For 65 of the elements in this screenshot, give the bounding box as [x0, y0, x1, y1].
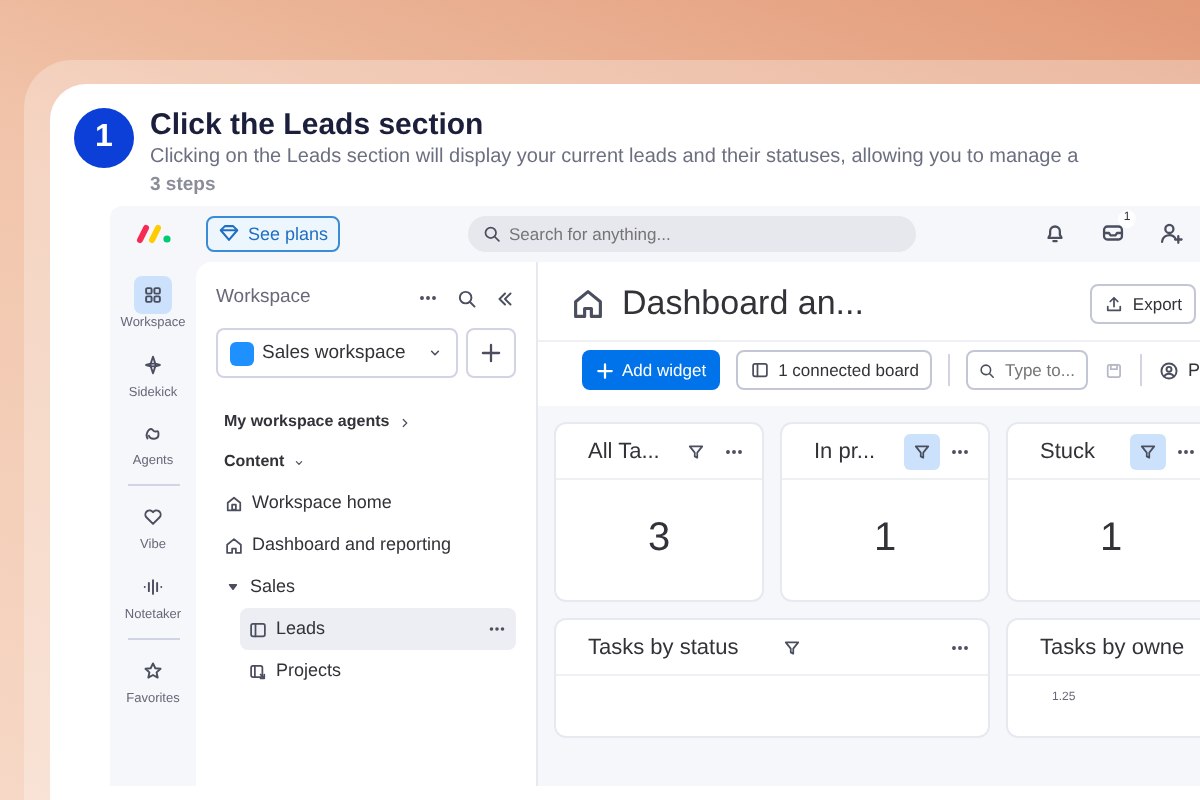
agents-link[interactable]: My workspace agents [216, 410, 516, 435]
sparkle-icon [142, 353, 164, 376]
widget-title: All Ta... [588, 437, 660, 468]
house-icon [224, 535, 244, 556]
see-plans-button[interactable]: See plans [206, 215, 341, 252]
tree-item[interactable]: Dashboard and reporting [216, 524, 516, 567]
diamond-icon [218, 222, 240, 245]
plus-icon [478, 340, 504, 367]
export-button[interactable]: Export [1090, 283, 1196, 324]
content-section-toggle[interactable]: Content [216, 450, 516, 475]
widget-title: Tasks by owne [1040, 633, 1185, 664]
filter-button[interactable] [904, 433, 940, 470]
plus-icon [596, 361, 614, 380]
tree-item[interactable]: Sales [216, 566, 516, 609]
step-number: 1 [74, 108, 134, 168]
widget-value: 1 [1099, 514, 1123, 565]
person-icon [1157, 359, 1180, 382]
workspace-icon [230, 341, 254, 366]
filter-bar[interactable]: Type to... [966, 350, 1089, 391]
board-icon [750, 360, 771, 381]
house-icon [570, 285, 606, 322]
waveform-icon [142, 575, 164, 598]
tree-item[interactable]: Projects [240, 650, 516, 693]
filter-input[interactable]: Type to... [1004, 358, 1077, 384]
search-input[interactable]: Search for anything... [509, 221, 902, 247]
step-description: Clicking on the Leads section will display your current leads and their statuses, allowing you to manage a [150, 144, 1079, 172]
grid-icon [142, 283, 164, 306]
person-add-icon[interactable] [1158, 220, 1184, 247]
filter-button[interactable] [1130, 433, 1166, 470]
filter-icon [782, 637, 803, 658]
filter-icon [912, 441, 932, 462]
person-filter-button[interactable]: P [1157, 357, 1200, 385]
widget-title: In pr... [814, 437, 876, 468]
dashboard-title: Dashboard an... [622, 281, 864, 326]
chevron-right-icon [397, 415, 412, 430]
linked-board-icon [248, 661, 268, 682]
steps-count: 3 steps [150, 172, 218, 198]
tree-item[interactable]: Workspace home [216, 482, 516, 525]
heart-icon [142, 506, 164, 529]
step-title: Click the Leads section [150, 108, 486, 144]
logo-drawing [134, 221, 174, 246]
collapse-icon[interactable] [494, 287, 516, 310]
inbox-icon[interactable] [1100, 220, 1126, 247]
board-icon [248, 619, 268, 640]
filter-icon [1138, 441, 1158, 462]
widget-title: Stuck [1040, 437, 1096, 468]
add-button[interactable] [466, 328, 516, 379]
add-widget-button[interactable]: Add widget [582, 350, 721, 391]
search-bar[interactable]: Search for anything... [467, 215, 916, 252]
star-icon [141, 659, 164, 682]
sidebar-title: Workspace [216, 283, 311, 312]
workspace-dropdown[interactable]: Sales workspace [216, 328, 458, 379]
search-icon [978, 361, 997, 380]
search-icon [481, 223, 502, 244]
bell-icon[interactable] [1042, 220, 1068, 247]
widget-title: Tasks by status [588, 633, 739, 664]
connected-board-button[interactable]: 1 connected board [736, 350, 933, 391]
tree-item[interactable]: Leads [240, 608, 516, 651]
widget-value: 1 [873, 514, 897, 565]
home-icon [224, 493, 244, 514]
filter-icon [686, 441, 706, 462]
search-icon[interactable] [456, 287, 478, 310]
upload-icon [1104, 293, 1125, 314]
widget-value: 3 [647, 514, 671, 565]
chevron-down-icon [292, 455, 307, 470]
